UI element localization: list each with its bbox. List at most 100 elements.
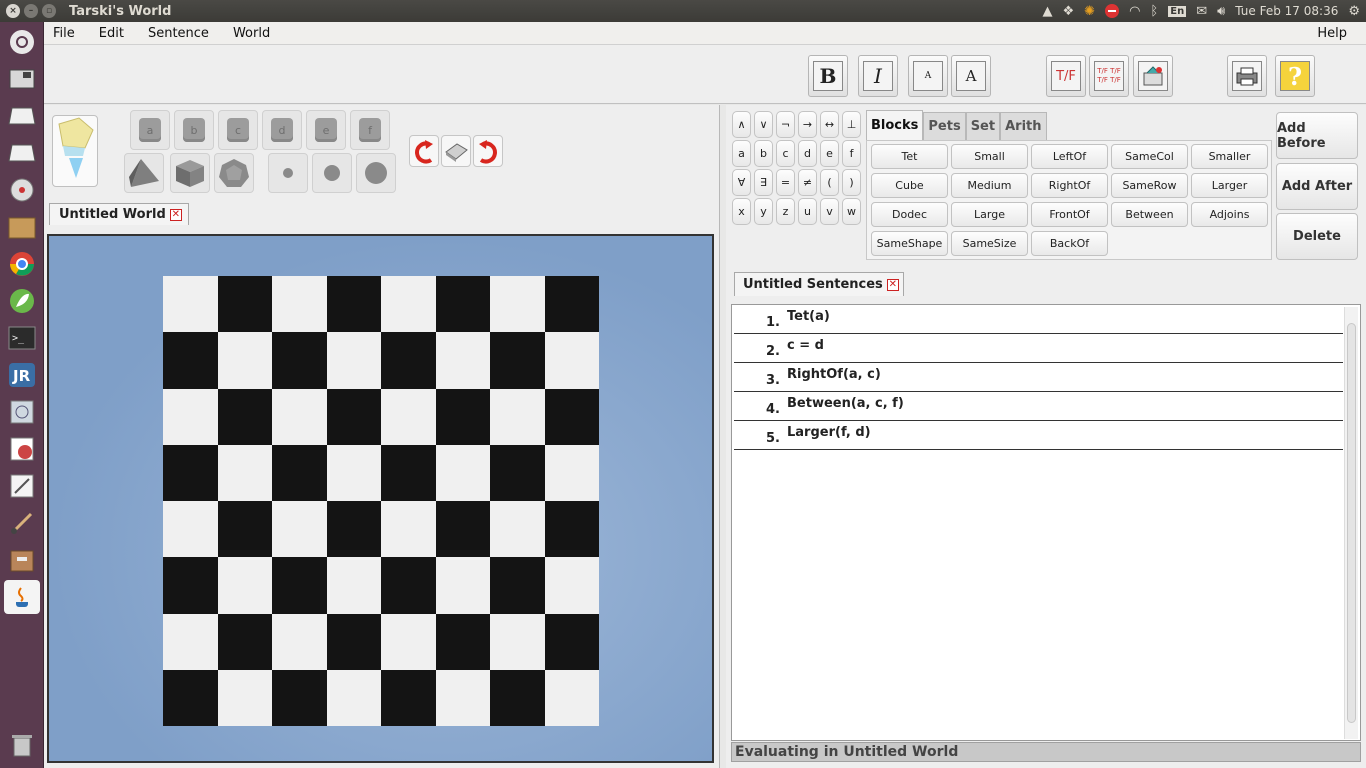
sentence-text[interactable]: Tet(a) <box>787 309 830 324</box>
medium-size-button[interactable] <box>312 153 352 193</box>
board-square[interactable] <box>435 444 490 501</box>
board-square[interactable] <box>272 613 327 670</box>
sentences-tab[interactable]: Untitled Sentences ✕ <box>734 272 904 296</box>
add-before-button[interactable]: Add Before <box>1276 112 1358 159</box>
clock[interactable]: Tue Feb 17 08:36 <box>1235 4 1338 18</box>
board-square[interactable] <box>435 613 490 670</box>
board-square[interactable] <box>163 388 218 445</box>
board-square[interactable] <box>490 276 545 333</box>
board-square[interactable] <box>326 388 381 445</box>
predicate-tab-arith[interactable]: Arith <box>1000 112 1047 140</box>
world-tab[interactable]: Untitled World ✕ <box>49 203 189 225</box>
verify-all-button[interactable]: T/F T/F T/F T/F <box>1089 55 1129 97</box>
predicate-tab-pets[interactable]: Pets <box>923 112 966 140</box>
symbol-key[interactable]: b <box>754 140 773 167</box>
board-square[interactable] <box>217 557 272 614</box>
menu-sentence[interactable]: Sentence <box>139 26 218 41</box>
scrollbar-thumb[interactable] <box>1347 323 1356 723</box>
image-viewer-icon[interactable] <box>4 395 40 429</box>
board-square[interactable] <box>490 613 545 670</box>
predicate-key[interactable]: BackOf <box>1031 231 1108 256</box>
symbol-key[interactable]: ∀ <box>732 169 751 196</box>
board-square[interactable] <box>272 501 327 558</box>
predicate-key[interactable]: Large <box>951 202 1028 227</box>
symbol-key[interactable]: ) <box>842 169 861 196</box>
update-notifier-icon[interactable]: ✺ <box>1084 4 1095 19</box>
board-square[interactable] <box>326 669 381 726</box>
board-square[interactable] <box>217 332 272 389</box>
bold-button[interactable]: B <box>808 55 848 97</box>
board-square[interactable] <box>217 669 272 726</box>
board-square[interactable] <box>381 388 436 445</box>
symbol-key[interactable]: x <box>732 198 751 225</box>
board-square[interactable] <box>272 669 327 726</box>
delete-button[interactable]: Delete <box>1276 213 1358 260</box>
terminal-icon[interactable]: >_ <box>4 321 40 355</box>
symbol-key[interactable]: → <box>798 111 817 138</box>
name-a-button[interactable]: a <box>130 110 170 150</box>
sentence-text[interactable]: Between(a, c, f) <box>787 396 904 411</box>
board-square[interactable] <box>490 501 545 558</box>
verify-sentence-button[interactable]: T/F <box>1046 55 1086 97</box>
predicate-key[interactable]: RightOf <box>1031 173 1108 198</box>
board-square[interactable] <box>490 388 545 445</box>
close-window-button[interactable]: × <box>6 4 20 18</box>
predicate-key[interactable]: SameRow <box>1111 173 1188 198</box>
add-after-button[interactable]: Add After <box>1276 163 1358 210</box>
rotate-right-button[interactable] <box>473 135 503 167</box>
predicate-key[interactable]: SameSize <box>951 231 1028 256</box>
predicate-key[interactable]: Larger <box>1191 173 1268 198</box>
symbol-key[interactable]: d <box>798 140 817 167</box>
file-manager-icon[interactable] <box>4 210 40 244</box>
board-square[interactable] <box>163 332 218 389</box>
board-square[interactable] <box>544 613 599 670</box>
board-square[interactable] <box>544 276 599 333</box>
sentence-scrollbar[interactable] <box>1344 307 1358 739</box>
board-square[interactable] <box>544 332 599 389</box>
board-square[interactable] <box>326 557 381 614</box>
board-square[interactable] <box>435 332 490 389</box>
sentence-row[interactable]: 2. c = d <box>734 334 1343 363</box>
board-square[interactable] <box>272 557 327 614</box>
board-square[interactable] <box>435 388 490 445</box>
jr-app-icon[interactable]: JR <box>4 358 40 392</box>
symbol-key[interactable]: ∃ <box>754 169 773 196</box>
board-square[interactable] <box>435 276 490 333</box>
small-size-button[interactable] <box>268 153 308 193</box>
sentence-row[interactable]: 4. Between(a, c, f) <box>734 392 1343 421</box>
symbol-key[interactable]: e <box>820 140 839 167</box>
predicate-key[interactable]: SameCol <box>1111 144 1188 169</box>
predicate-key[interactable]: Medium <box>951 173 1028 198</box>
symbol-key[interactable]: z <box>776 198 795 225</box>
sentence-row[interactable]: 5. Larger(f, d) <box>734 421 1343 450</box>
predicate-key[interactable]: FrontOf <box>1031 202 1108 227</box>
volume-icon[interactable]: 🔊︎ <box>1217 4 1225 19</box>
archive-manager-icon[interactable] <box>4 543 40 577</box>
predicate-key[interactable]: LeftOf <box>1031 144 1108 169</box>
board-square[interactable] <box>272 332 327 389</box>
new-block-icon[interactable] <box>52 115 98 187</box>
menu-edit[interactable]: Edit <box>90 26 133 41</box>
name-b-button[interactable]: b <box>174 110 214 150</box>
symbol-key[interactable]: w <box>842 198 861 225</box>
board-square[interactable] <box>217 613 272 670</box>
keyboard-layout-indicator[interactable]: En <box>1168 5 1187 17</box>
paint-brush-icon[interactable] <box>4 506 40 540</box>
board-square[interactable] <box>272 388 327 445</box>
2d-view-button[interactable] <box>441 135 471 167</box>
predicate-key[interactable]: Cube <box>871 173 948 198</box>
board-square[interactable] <box>326 276 381 333</box>
board-square[interactable] <box>381 557 436 614</box>
symbol-key[interactable]: ∧ <box>732 111 751 138</box>
ubuntu-dash-icon[interactable] <box>4 25 40 59</box>
predicate-tab-blocks[interactable]: Blocks <box>866 110 924 140</box>
java-icon[interactable] <box>4 580 40 614</box>
menu-world[interactable]: World <box>224 26 279 41</box>
board-square[interactable] <box>435 557 490 614</box>
board-square[interactable] <box>544 501 599 558</box>
predicate-key[interactable]: Smaller <box>1191 144 1268 169</box>
name-e-button[interactable]: e <box>306 110 346 150</box>
board-square[interactable] <box>381 669 436 726</box>
menu-help[interactable]: Help <box>1308 26 1356 41</box>
board-square[interactable] <box>544 669 599 726</box>
